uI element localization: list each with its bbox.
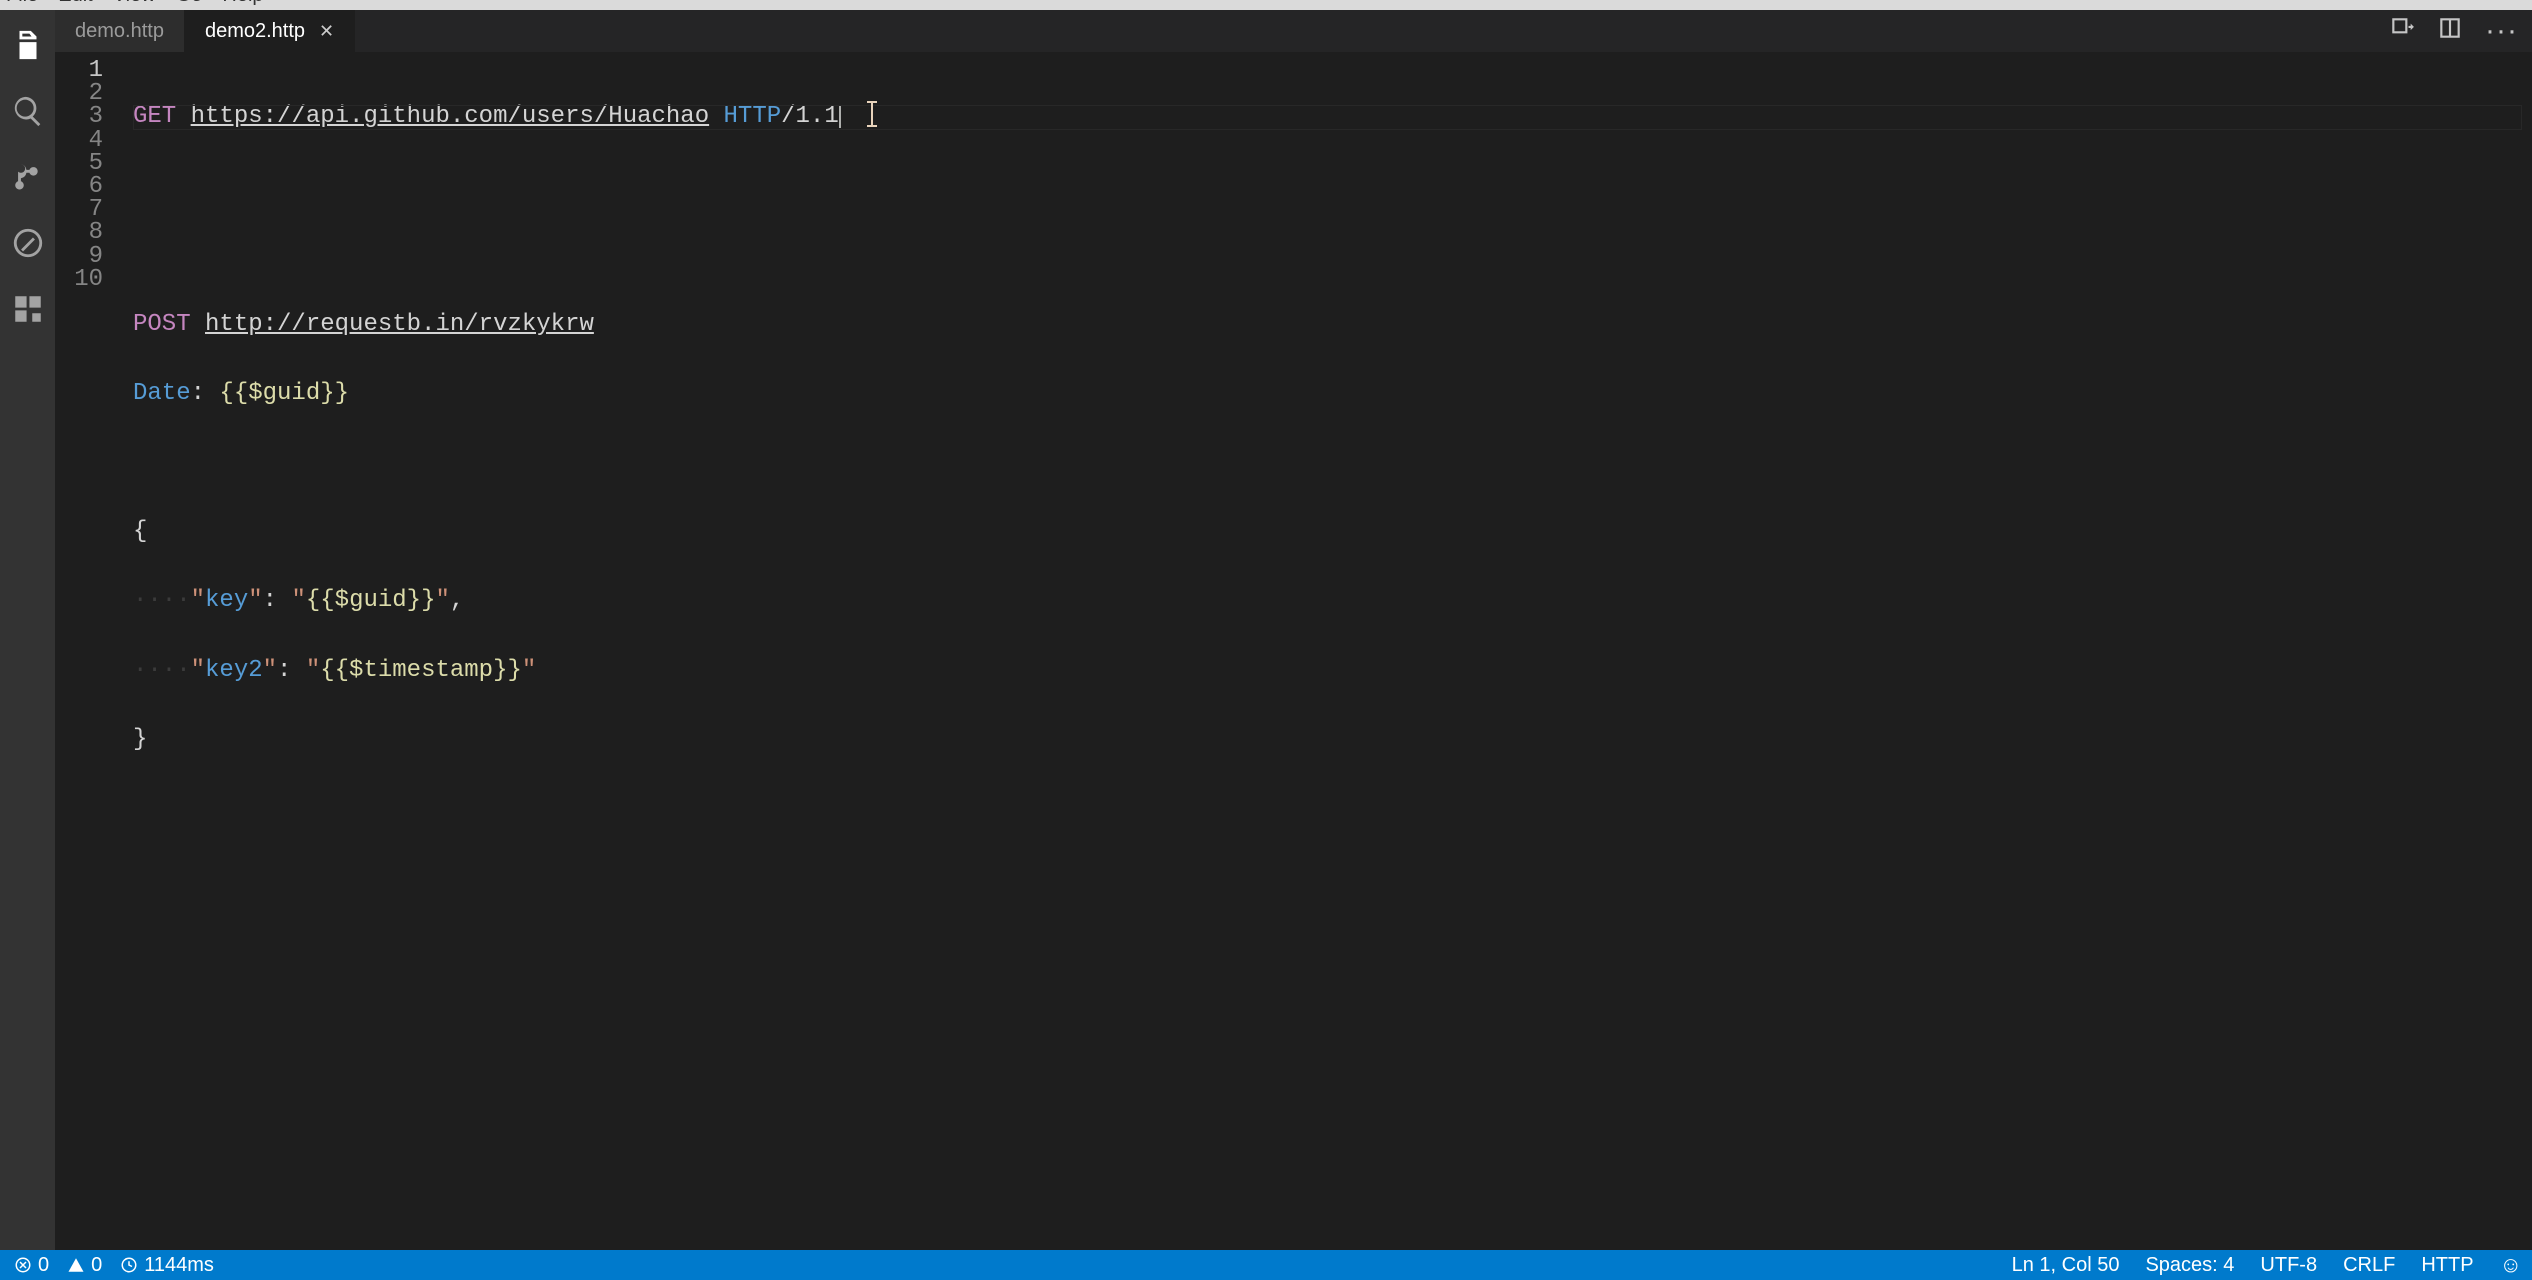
error-icon [14,1256,32,1274]
preview-icon[interactable] [2389,15,2415,47]
tab-demo2-http[interactable]: demo2.http ✕ [185,10,355,52]
menu-go[interactable]: Go [176,0,203,7]
line-number: 6 [55,175,103,198]
code-line [133,243,2532,266]
tab-label: demo.http [75,20,164,43]
line-number: 10 [55,268,103,291]
line-number: 9 [55,245,103,268]
tab-actions: ··· [2389,10,2532,52]
tab-demo-http[interactable]: demo.http [55,10,185,52]
menu-help[interactable]: Help [222,0,263,7]
code-line: } [133,728,2532,751]
source-control-icon[interactable] [11,160,45,194]
clock-icon [120,1256,138,1274]
main-area: demo.http demo2.http ✕ ··· 1 2 3 [0,10,2532,1250]
line-number: 4 [55,129,103,152]
code-line: GET https://api.github.com/users/Huachao… [133,105,2532,128]
code-line: { [133,520,2532,543]
split-editor-icon[interactable] [2437,15,2463,47]
status-bar: 0 0 1144ms Ln 1, Col 50 Spaces: 4 UTF-8 … [0,1250,2532,1280]
line-number: 3 [55,105,103,128]
line-number: 1 [55,59,103,82]
text-cursor [839,105,841,128]
code-line: ····"key": "{{$guid}}", [133,589,2532,612]
status-errors[interactable]: 0 [14,1254,49,1277]
editor-group: demo.http demo2.http ✕ ··· 1 2 3 [55,10,2532,1250]
code-line [133,451,2532,474]
tab-bar: demo.http demo2.http ✕ ··· [55,10,2532,52]
more-actions-icon[interactable]: ··· [2485,14,2518,48]
feedback-icon[interactable]: ☺ [2500,1252,2522,1278]
status-encoding[interactable]: UTF-8 [2260,1254,2317,1277]
code-line: ····"key2": "{{$timestamp}}" [133,659,2532,682]
status-timing[interactable]: 1144ms [120,1254,214,1277]
code-line: POST http://requestb.in/rvzkykrw [133,313,2532,336]
code-editor[interactable]: 1 2 3 4 5 6 7 8 9 10 GET https://api.git… [55,52,2532,1250]
status-eol[interactable]: CRLF [2343,1254,2395,1277]
menu-bar: File Edit View Go Help [0,0,2532,10]
search-icon[interactable] [11,94,45,128]
code-content[interactable]: GET https://api.github.com/users/Huachao… [133,52,2532,1250]
tab-label: demo2.http [205,20,305,43]
line-number: 8 [55,221,103,244]
status-ln-col[interactable]: Ln 1, Col 50 [2012,1254,2120,1277]
status-language[interactable]: HTTP [2421,1254,2473,1277]
extensions-icon[interactable] [11,292,45,326]
code-line [133,174,2532,197]
status-warnings[interactable]: 0 [67,1254,102,1277]
menu-edit[interactable]: Edit [58,0,92,7]
ibeam-cursor-icon [871,101,873,127]
warning-icon [67,1256,85,1274]
line-number: 5 [55,152,103,175]
close-icon[interactable]: ✕ [319,21,334,42]
activity-bar [0,10,55,1250]
debug-icon[interactable] [11,226,45,260]
menu-view[interactable]: View [113,0,156,7]
explorer-icon[interactable] [11,28,45,62]
status-spaces[interactable]: Spaces: 4 [2145,1254,2234,1277]
line-gutter: 1 2 3 4 5 6 7 8 9 10 [55,52,133,1250]
line-number: 7 [55,198,103,221]
line-number: 2 [55,82,103,105]
menu-file[interactable]: File [6,0,38,7]
code-line: Date: {{$guid}} [133,382,2532,405]
